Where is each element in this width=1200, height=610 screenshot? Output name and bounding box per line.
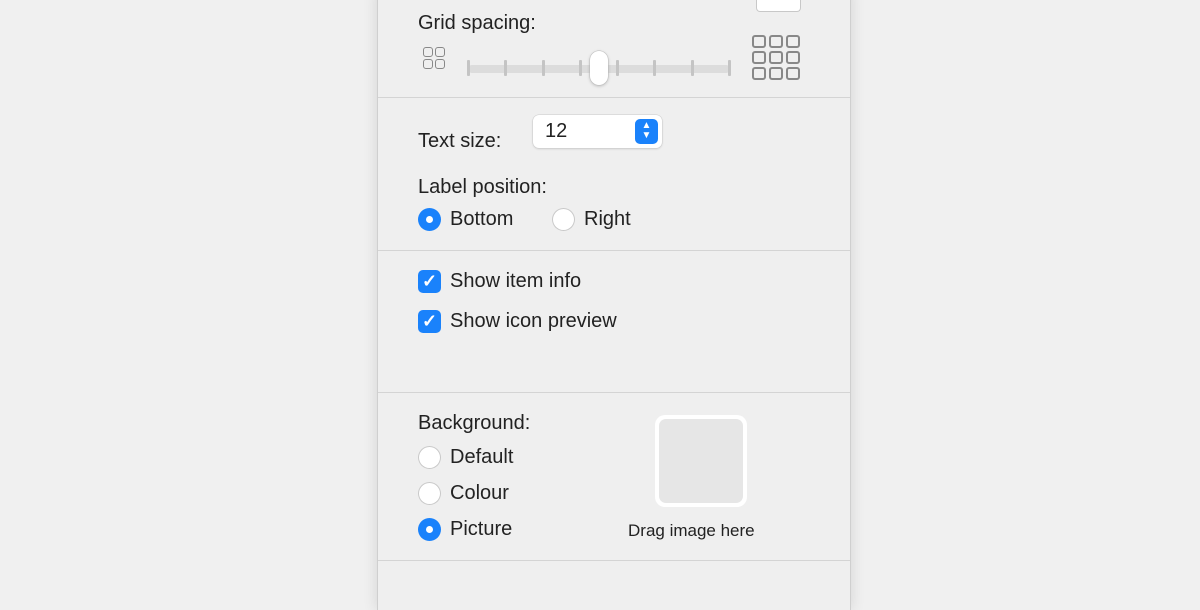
text-size-select[interactable]: 12 ▲ ▼ [533,115,662,148]
divider [378,560,850,561]
radio-bottom[interactable] [418,208,441,231]
top-button[interactable] [756,0,801,12]
show-icon-preview-label[interactable]: Show icon preview [450,310,617,333]
radio-default[interactable] [418,446,441,469]
image-drop-well[interactable] [655,415,747,507]
text-size-label: Text size: [418,130,502,152]
radio-right-label[interactable]: Right [584,208,631,231]
radio-colour[interactable] [418,482,441,505]
slider-tick [690,60,694,76]
show-item-info-label[interactable]: Show item info [450,270,581,293]
slider-tick [541,60,545,76]
grid-spacing-label: Grid spacing: [418,12,536,34]
label-position-label: Label position: [418,176,547,198]
radio-picture-label[interactable]: Picture [450,518,512,541]
radio-bottom-label[interactable]: Bottom [450,208,513,231]
show-item-info-checkbox[interactable]: ✓ [418,270,441,293]
show-icon-preview-checkbox[interactable]: ✓ [418,310,441,333]
large-grid-icon [752,35,800,80]
slider-thumb[interactable] [589,51,608,85]
divider [378,97,850,98]
radio-default-label[interactable]: Default [450,446,513,469]
slider-tick [653,60,657,76]
slider-tick [578,60,582,76]
radio-colour-label[interactable]: Colour [450,482,509,505]
slider-tick [504,60,508,76]
slider-tick [616,60,620,76]
radio-picture[interactable] [418,518,441,541]
slider-tick [728,60,731,76]
small-grid-icon [423,47,445,69]
divider [378,392,850,393]
background-label: Background: [418,412,531,434]
drag-image-hint: Drag image here [628,521,755,540]
chevron-up-down-icon: ▲ ▼ [635,119,658,144]
radio-right[interactable] [552,208,575,231]
slider-tick [467,60,470,76]
text-size-value: 12 [545,120,568,142]
divider [378,250,850,251]
view-options-panel: Grid spacing: Text size: 12 ▲ ▼ Label pos… [377,0,851,610]
